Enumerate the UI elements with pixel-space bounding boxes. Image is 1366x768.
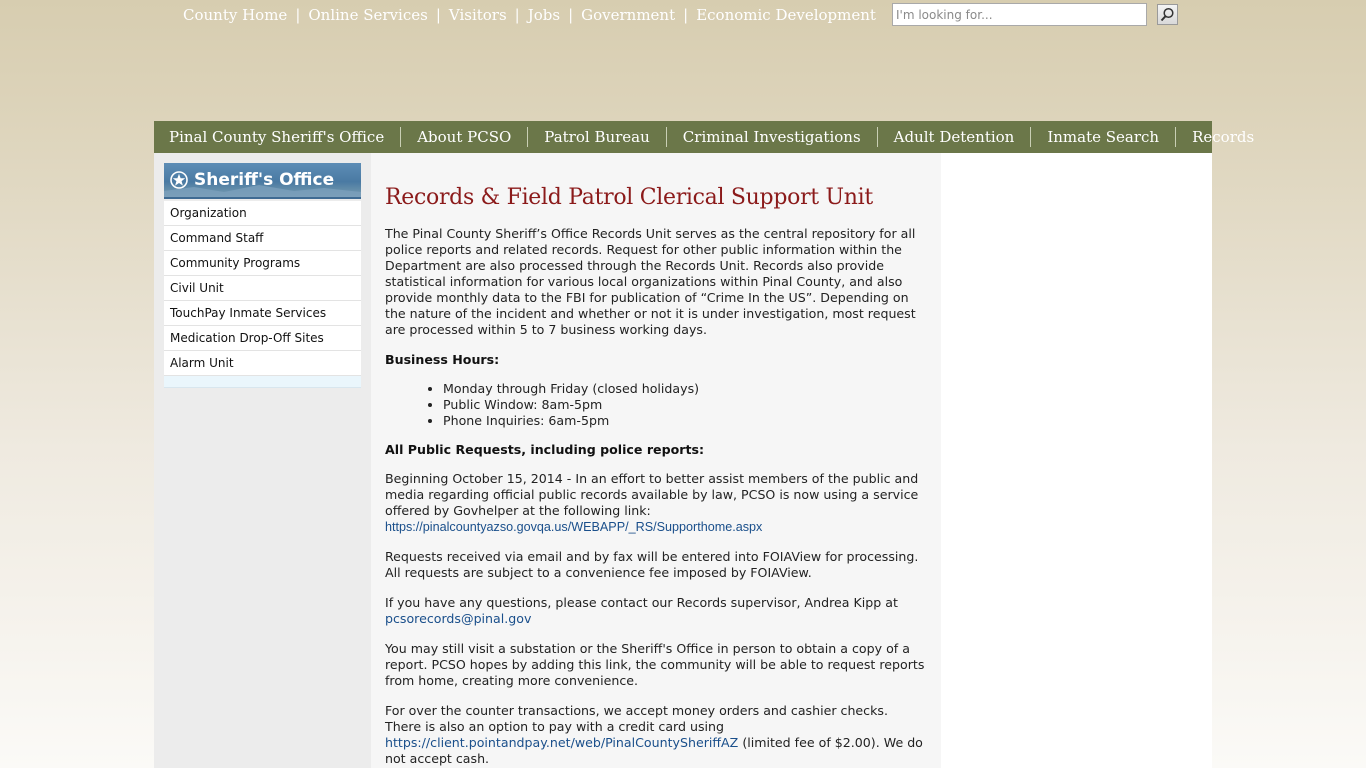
search-icon [1160, 7, 1174, 22]
sidebar-item-organization[interactable]: Organization [164, 201, 361, 226]
requests-text: Beginning October 15, 2014 - In an effor… [385, 471, 919, 518]
intro-paragraph: The Pinal County Sheriff’s Office Record… [385, 226, 916, 337]
sidebar-menu: Organization Command Staff Community Pro… [164, 201, 361, 388]
search-button[interactable] [1157, 4, 1178, 25]
questions-text: If you have any questions, please contac… [385, 595, 898, 610]
main-nav: Pinal County Sheriff's Office About PCSO… [154, 121, 1254, 153]
foia-paragraph: Requests received via email and by fax w… [385, 549, 919, 580]
requests-paragraph: Beginning October 15, 2014 - In an effor… [385, 471, 927, 535]
nav-separator: | [568, 6, 574, 24]
page-title: Records & Field Patrol Clerical Support … [385, 185, 873, 210]
nav-link-online-services[interactable]: Online Services [308, 6, 427, 24]
right-column [941, 153, 1212, 768]
utility-nav: County Home | Online Services | Visitors… [183, 5, 876, 25]
mainnav-item-patrol-bureau[interactable]: Patrol Bureau [527, 127, 666, 147]
mainnav-item-inmate-search[interactable]: Inmate Search [1030, 127, 1175, 147]
list-item: Public Window: 8am-5pm [443, 397, 927, 413]
mainnav-item-about-pcso[interactable]: About PCSO [400, 127, 527, 147]
sidebar-title: Sheriff's Office [194, 170, 335, 190]
sidebar-header: Sheriff's Office [164, 163, 361, 199]
mainnav-item-sheriffs-office[interactable]: Pinal County Sheriff's Office [169, 127, 400, 147]
mainnav-item-criminal-investigations[interactable]: Criminal Investigations [665, 127, 877, 147]
search-input[interactable] [892, 3, 1147, 26]
sidebar-item-touchpay-inmate-services[interactable]: TouchPay Inmate Services [164, 301, 361, 326]
list-item: Phone Inquiries: 6am-5pm [443, 413, 927, 429]
public-requests-heading: All Public Requests, including police re… [385, 442, 705, 457]
records-email-link[interactable]: pcsorecords@pinal.gov [385, 611, 531, 626]
nav-separator: | [435, 6, 441, 24]
sidebar-item-command-staff[interactable]: Command Staff [164, 226, 361, 251]
nav-separator: | [683, 6, 689, 24]
nav-separator: | [514, 6, 520, 24]
sidebar: Sheriff's Office Organization Command St… [154, 153, 371, 768]
main-content: Records & Field Patrol Clerical Support … [371, 153, 941, 768]
list-item: Monday through Friday (closed holidays) [443, 381, 927, 397]
nav-link-economic-development[interactable]: Economic Development [696, 6, 876, 24]
page-container: Sheriff's Office Organization Command St… [154, 153, 1212, 768]
sidebar-item-civil-unit[interactable]: Civil Unit [164, 276, 361, 301]
mainnav-item-records[interactable]: Records [1175, 127, 1270, 147]
nav-link-visitors[interactable]: Visitors [449, 6, 507, 24]
questions-paragraph: If you have any questions, please contac… [385, 595, 927, 627]
mainnav-item-adult-detention[interactable]: Adult Detention [876, 127, 1031, 147]
counter-paragraph: For over the counter transactions, we ac… [385, 703, 927, 767]
sidebar-menu-footer [164, 376, 361, 388]
nav-separator: | [295, 6, 301, 24]
counter-text: For over the counter transactions, we ac… [385, 703, 888, 734]
pointandpay-link[interactable]: https://client.pointandpay.net/web/Pinal… [385, 735, 738, 750]
govqa-link[interactable]: https://pinalcountyazso.govqa.us/WEBAPP/… [385, 520, 762, 534]
sidebar-item-medication-drop-off-sites[interactable]: Medication Drop-Off Sites [164, 326, 361, 351]
nav-link-government[interactable]: Government [581, 6, 675, 24]
business-hours-heading: Business Hours: [385, 352, 500, 367]
sidebar-item-community-programs[interactable]: Community Programs [164, 251, 361, 276]
visit-paragraph: You may still visit a substation or the … [385, 641, 925, 688]
nav-link-jobs[interactable]: Jobs [528, 6, 560, 24]
sidebar-item-alarm-unit[interactable]: Alarm Unit [164, 351, 361, 376]
business-hours-list: Monday through Friday (closed holidays) … [443, 381, 927, 429]
star-badge-icon [170, 171, 188, 189]
nav-link-county-home[interactable]: County Home [183, 6, 287, 24]
